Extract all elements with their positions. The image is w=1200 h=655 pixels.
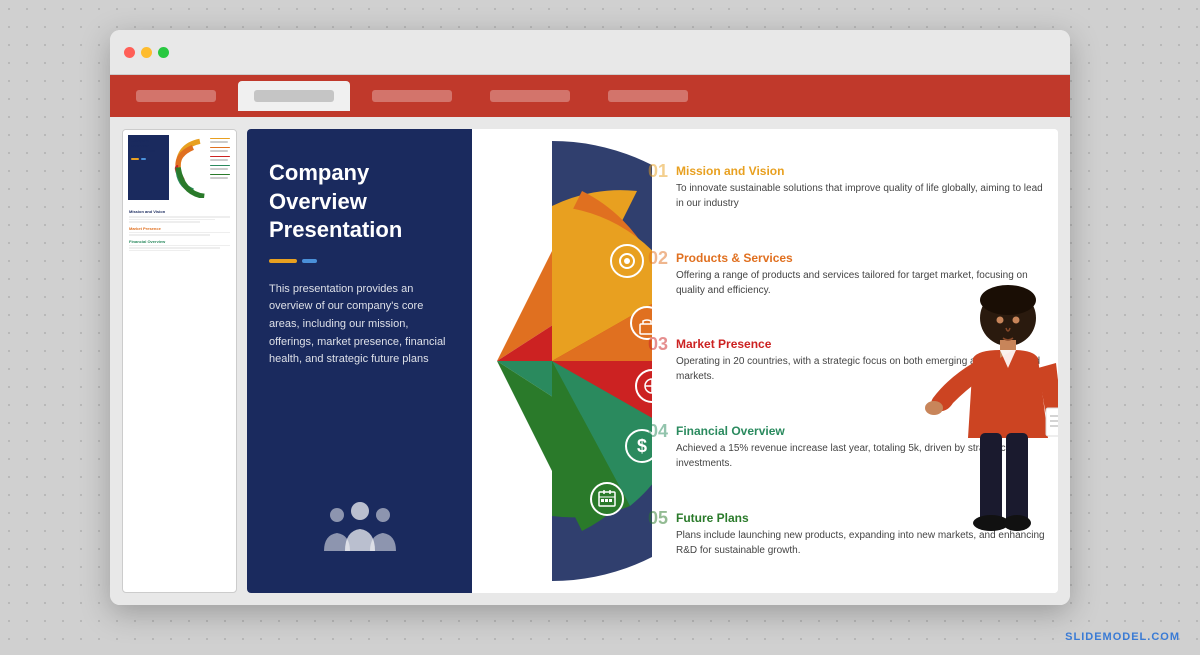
slide-main-title: Company Overview Presentation bbox=[269, 159, 450, 245]
person-svg bbox=[918, 278, 1058, 588]
close-dot[interactable] bbox=[124, 47, 135, 58]
divider-rect-1 bbox=[269, 259, 297, 263]
item-num-5: 05 bbox=[642, 509, 668, 527]
divider-rect-2 bbox=[302, 259, 317, 263]
tab-4[interactable] bbox=[474, 81, 586, 111]
item-title-1: Mission and Vision bbox=[676, 164, 1048, 178]
expand-dot[interactable] bbox=[158, 47, 169, 58]
tab-3[interactable] bbox=[356, 81, 468, 111]
slide-divider bbox=[269, 259, 450, 263]
item-content-1: Mission and Vision To innovate sustainab… bbox=[676, 164, 1048, 211]
item-title-2: Products & Services bbox=[676, 251, 1048, 265]
main-slide: Company Overview Presentation This prese… bbox=[247, 129, 1058, 593]
item-num-3: 03 bbox=[642, 335, 668, 353]
wheel-area: $ bbox=[472, 131, 652, 591]
toolbar bbox=[110, 75, 1070, 117]
browser-chrome bbox=[110, 30, 1070, 75]
thumbnail-inner: Company OverviewPresentation bbox=[123, 130, 236, 205]
item-row-1: 01 Mission and Vision To innovate sustai… bbox=[642, 164, 1048, 211]
tab-1[interactable] bbox=[120, 81, 232, 111]
slide-wrapper: Company OverviewPresentation bbox=[122, 129, 1058, 593]
item-num-1: 01 bbox=[642, 162, 668, 180]
item-num-4: 04 bbox=[642, 422, 668, 440]
people-icon-area bbox=[315, 493, 405, 563]
person-illustration bbox=[918, 278, 1058, 593]
slide-right-panel: $ bbox=[472, 129, 1058, 593]
content-area: Company OverviewPresentation bbox=[110, 117, 1070, 605]
slide-thumbnail: Company OverviewPresentation bbox=[122, 129, 237, 593]
wheel-svg: $ bbox=[472, 131, 652, 591]
watermark: SLIDEMODEL.COM bbox=[1065, 631, 1180, 643]
slide-left-panel: Company Overview Presentation This prese… bbox=[247, 129, 472, 593]
tab-2-active[interactable] bbox=[238, 81, 350, 111]
minimize-dot[interactable] bbox=[141, 47, 152, 58]
people-icon bbox=[315, 493, 405, 558]
item-text-1: To innovate sustainable solutions that i… bbox=[676, 181, 1048, 211]
thumb-title: Company OverviewPresentation bbox=[131, 138, 166, 154]
item-num-2: 02 bbox=[642, 249, 668, 267]
slide-description: This presentation provides an overview o… bbox=[269, 281, 450, 369]
browser-window: Company OverviewPresentation bbox=[110, 30, 1070, 605]
tab-5[interactable] bbox=[592, 81, 704, 111]
